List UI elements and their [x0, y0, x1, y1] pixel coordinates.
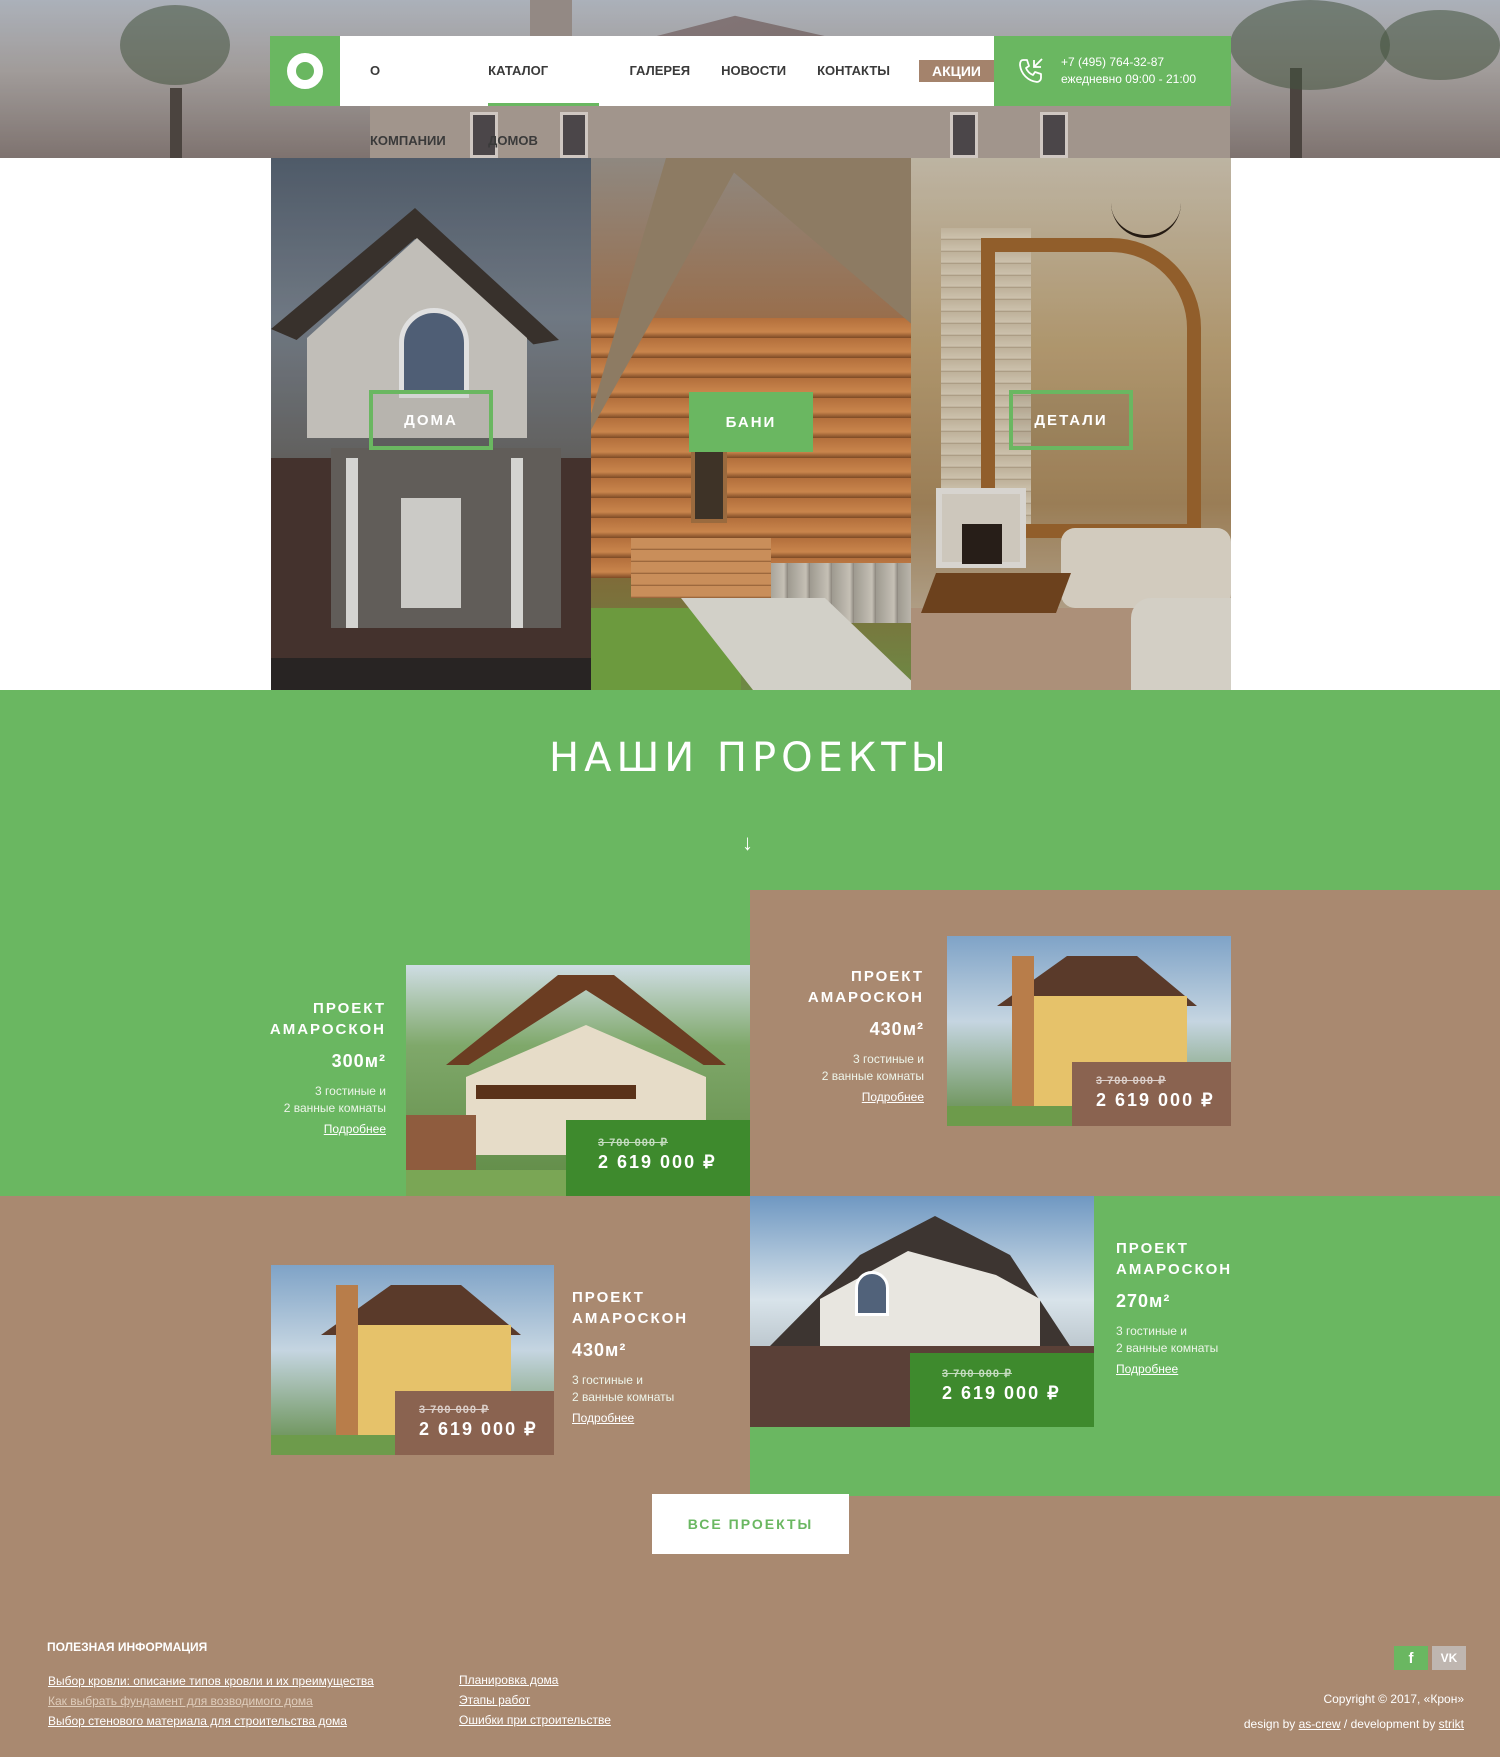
facebook-icon[interactable]: f — [1394, 1646, 1428, 1670]
phone-contact[interactable]: +7 (495) 764-32-87 ежедневно 09:00 - 21:… — [994, 36, 1231, 106]
bath-window-image — [691, 448, 727, 523]
footer-link[interactable]: Выбор стенового материала для строительс… — [48, 1711, 374, 1731]
project-card-3-image[interactable]: 3 700 000 ₽ 2 619 000 ₽ — [271, 1265, 554, 1455]
credits-dev-prefix: / development by — [1340, 1717, 1439, 1731]
copyright-text: Copyright © 2017, «Крон» — [1323, 1692, 1464, 1706]
project-desc: 3 гостиные и — [572, 1373, 643, 1387]
footer-links-col1: Выбор кровли: описание типов кровли и их… — [48, 1671, 374, 1731]
stone-pillar-image — [336, 1285, 358, 1435]
dev-credit-link[interactable]: strikt — [1439, 1717, 1464, 1731]
project-more-link[interactable]: Подробнее — [1116, 1362, 1178, 1376]
category-button-baths[interactable]: БАНИ — [689, 392, 813, 452]
working-hours: ежедневно 09:00 - 21:00 — [1061, 72, 1197, 86]
current-price: 2 619 000 ₽ — [942, 1383, 1061, 1403]
current-price: 2 619 000 ₽ — [598, 1152, 717, 1172]
footer-link[interactable]: Выбор кровли: описание типов кровли и их… — [48, 1671, 374, 1691]
footer-link[interactable]: Этапы работ — [459, 1690, 611, 1710]
project-name: ПРОЕКТ — [313, 1000, 386, 1017]
project-name: ПРОЕКТ — [572, 1289, 645, 1306]
stone-pillar-image — [1012, 956, 1034, 1106]
footer-link[interactable]: Ошибки при строительстве — [459, 1710, 611, 1730]
project-card-1-info: ПРОЕКТ АМАРОСКОН 300м² 3 гостиные и 2 ванн… — [230, 998, 386, 1138]
footer-link[interactable]: Как выбрать фундамент для возводимого до… — [48, 1691, 374, 1711]
balcony-image — [476, 1085, 636, 1099]
project-name: АМАРОСКОН — [269, 1021, 386, 1038]
price-box: 3 700 000 ₽ 2 619 000 ₽ — [566, 1120, 750, 1196]
steps-image — [631, 538, 771, 598]
category-tile-houses[interactable]: ДОМА — [271, 158, 591, 690]
project-card-4-image[interactable]: 3 700 000 ₽ 2 619 000 ₽ — [750, 1196, 1094, 1427]
project-area: 300м² — [331, 1051, 386, 1071]
nav-item-catalog[interactable]: КАТАЛОГ ДОМОВ — [488, 36, 599, 148]
footer-links-col2: Планировка дома Этапы работ Ошибки при с… — [459, 1670, 611, 1730]
project-desc: 2 ванные комнаты — [1116, 1341, 1219, 1355]
footer-title: ПОЛЕЗНАЯ ИНФОРМАЦИЯ — [47, 1640, 208, 1654]
projects-title: НАШИ ПРОЕКТЫ — [549, 735, 951, 781]
old-price: 3 700 000 ₽ — [942, 1368, 1012, 1380]
project-area: 430м² — [572, 1340, 627, 1360]
category-button-details[interactable]: ДЕТАЛИ — [1009, 390, 1133, 450]
project-card-2-image[interactable]: 3 700 000 ₽ 2 619 000 ₽ — [947, 936, 1231, 1126]
category-button-houses[interactable]: ДОМА — [369, 390, 493, 450]
project-more-link[interactable]: Подробнее — [324, 1122, 386, 1136]
phone-icon — [1019, 58, 1043, 83]
credits: design by as-crew / development by strik… — [1244, 1712, 1464, 1737]
project-card-2-info: ПРОЕКТ АМАРОСКОН 430м² 3 гостиные и 2 ванн… — [770, 966, 924, 1106]
phone-number: +7 (495) 764-32-87 — [1061, 55, 1165, 69]
projects-section: НАШИ ПРОЕКТЫ ↓ ПРОЕКТ АМАРОСКОН 300м² 3 г… — [0, 690, 1500, 1606]
project-name: ПРОЕКТ — [1116, 1240, 1189, 1257]
nav-item-news[interactable]: НОВОСТИ — [721, 36, 786, 106]
nav-item-about[interactable]: О КОМПАНИИ — [370, 36, 457, 148]
project-desc: 3 гостиные и — [1116, 1324, 1187, 1338]
project-desc: 2 ванные комнаты — [821, 1069, 924, 1083]
main-nav: О КОМПАНИИ КАТАЛОГ ДОМОВ ГАЛЕРЕЯ НОВОСТИ… — [340, 36, 994, 148]
project-card-3-info: ПРОЕКТ АМАРОСКОН 430м² 3 гостиные и 2 ванн… — [572, 1287, 732, 1427]
category-tiles: ДОМА БАНИ ДЕТАЛИ — [271, 158, 1231, 690]
category-tile-baths[interactable]: БАНИ — [591, 158, 911, 690]
project-name: ПРОЕКТ — [851, 968, 924, 985]
project-area: 270м² — [1116, 1291, 1171, 1311]
project-card-1-image[interactable]: 3 700 000 ₽ 2 619 000 ₽ — [406, 965, 750, 1196]
price-box: 3 700 000 ₽ 2 619 000 ₽ — [1072, 1062, 1231, 1126]
projects-bg-top — [0, 690, 1500, 890]
project-desc: 3 гостиные и — [315, 1084, 386, 1098]
project-name: АМАРОСКОН — [1116, 1261, 1233, 1278]
copyright-block: Copyright © 2017, «Крон» design by as-cr… — [1244, 1687, 1464, 1737]
house-window-image — [855, 1271, 889, 1316]
old-price: 3 700 000 ₽ — [1096, 1075, 1166, 1087]
credits-design-prefix: design by — [1243, 1717, 1299, 1731]
project-card-4-info: ПРОЕКТ АМАРОСКОН 270м² 3 гостиные и 2 ванн… — [1116, 1238, 1276, 1378]
project-area: 430м² — [869, 1019, 924, 1039]
all-projects-button[interactable]: ВСЕ ПРОЕКТЫ — [652, 1494, 849, 1554]
arrow-down-icon: ↓ — [742, 830, 753, 855]
project-name: АМАРОСКОН — [572, 1310, 689, 1327]
category-tile-details[interactable]: ДЕТАЛИ — [911, 158, 1231, 690]
design-credit-link[interactable]: as-crew — [1299, 1717, 1341, 1731]
nav-item-contacts[interactable]: КОНТАКТЫ — [817, 36, 890, 106]
price-box: 3 700 000 ₽ 2 619 000 ₽ — [910, 1353, 1094, 1427]
old-price: 3 700 000 ₽ — [419, 1404, 489, 1416]
social-links: f VK — [1394, 1646, 1466, 1670]
footer-link[interactable]: Планировка дома — [459, 1670, 611, 1690]
nav-item-gallery[interactable]: ГАЛЕРЕЯ — [630, 36, 691, 106]
vk-icon[interactable]: VK — [1432, 1646, 1466, 1670]
ring-logo-icon — [287, 53, 323, 89]
project-desc: 3 гостиные и — [853, 1052, 924, 1066]
promo-button[interactable]: АКЦИИ — [918, 60, 994, 82]
old-price: 3 700 000 ₽ — [598, 1137, 668, 1149]
current-price: 2 619 000 ₽ — [419, 1419, 538, 1439]
price-box: 3 700 000 ₽ 2 619 000 ₽ — [395, 1391, 554, 1455]
footer: ПОЛЕЗНАЯ ИНФОРМАЦИЯ Выбор кровли: описан… — [0, 1606, 1500, 1757]
project-more-link[interactable]: Подробнее — [862, 1090, 924, 1104]
project-desc: 2 ванные комнаты — [572, 1390, 675, 1404]
current-price: 2 619 000 ₽ — [1096, 1090, 1215, 1110]
logo[interactable] — [270, 36, 340, 106]
project-name: АМАРОСКОН — [807, 989, 924, 1006]
project-desc: 2 ванные комнаты — [283, 1101, 386, 1115]
garage-image — [406, 1115, 476, 1175]
top-navigation-bar: О КОМПАНИИ КАТАЛОГ ДОМОВ ГАЛЕРЕЯ НОВОСТИ… — [270, 36, 1231, 148]
project-more-link[interactable]: Подробнее — [572, 1411, 634, 1425]
